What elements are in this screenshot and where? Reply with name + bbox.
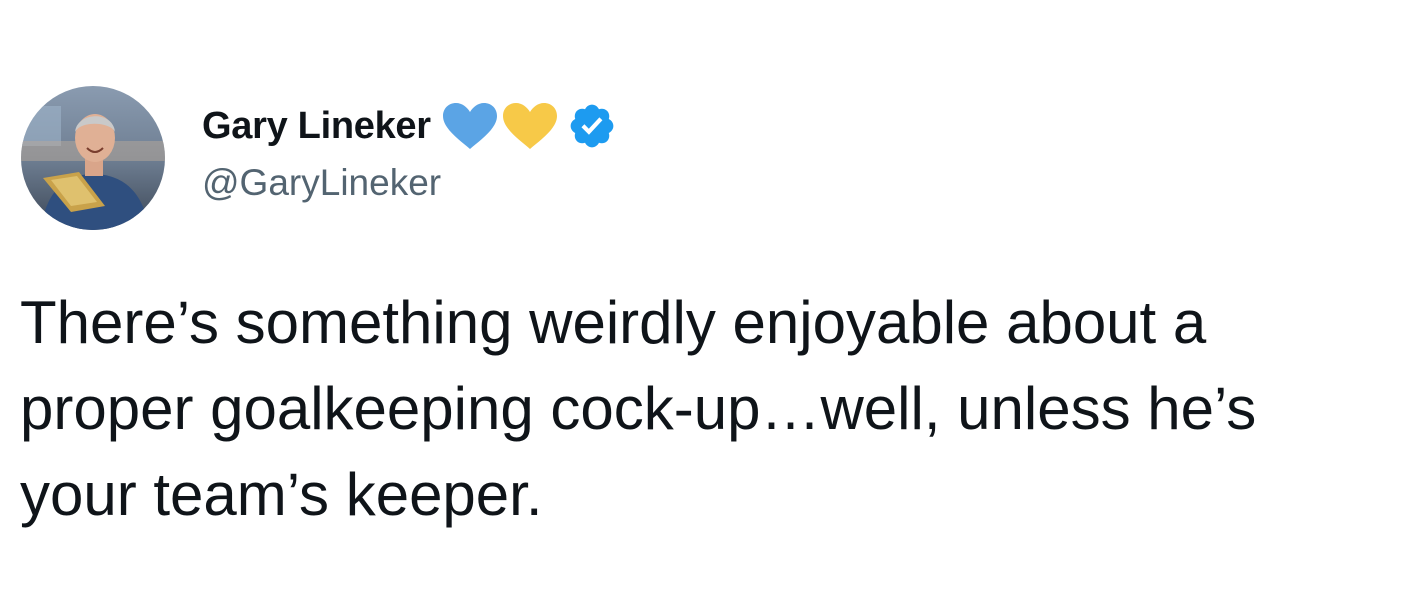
- avatar-image: [21, 86, 165, 230]
- avatar[interactable]: [21, 86, 165, 230]
- tweet-text: There’s something weirdly enjoyable abou…: [20, 280, 1420, 538]
- tweet-text-line: There’s something weirdly enjoyable abou…: [20, 289, 1207, 356]
- blue-heart-icon: [441, 101, 499, 151]
- tweet-text-line: proper goalkeeping cock-up…well, unless …: [20, 375, 1257, 442]
- tweet-card: Gary Lineker @GaryLineker There’s someth…: [0, 0, 1427, 616]
- verified-badge-icon[interactable]: [567, 101, 617, 151]
- yellow-heart-icon: [501, 101, 559, 151]
- display-name[interactable]: Gary Lineker: [202, 105, 431, 148]
- author-handle[interactable]: @GaryLineker: [202, 162, 441, 204]
- author-name-row: Gary Lineker: [202, 98, 617, 154]
- name-badges: [441, 101, 617, 151]
- tweet-text-line: your team’s keeper.: [20, 461, 543, 528]
